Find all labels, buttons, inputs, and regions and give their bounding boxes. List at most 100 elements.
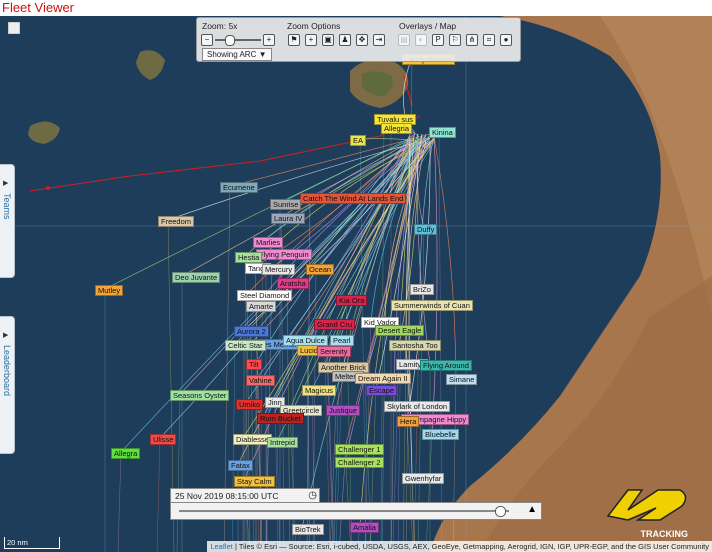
boat-label[interactable]: Allegra (111, 448, 141, 459)
boat-label[interactable]: Marlies (253, 237, 284, 248)
boat-label[interactable]: Magicus (302, 385, 336, 396)
chevron-down-icon: ▼ (258, 50, 267, 59)
leaderboard-tab[interactable]: ▶ Leaderboard (0, 316, 15, 454)
boat-label[interactable]: Mercury (262, 264, 296, 275)
boat-label[interactable]: Aurora 2 (234, 326, 269, 337)
showing-label: Showing ARC (207, 50, 257, 59)
boat-label[interactable]: Celtic Star (225, 340, 266, 351)
fit-fleet-icon[interactable]: ▣ (322, 34, 334, 46)
flag-icon[interactable]: ⚑ (288, 34, 300, 46)
boat-label[interactable]: Fatax (228, 460, 253, 471)
control-panel: Zoom: 5x Zoom Options Overlays / Map − +… (196, 17, 521, 62)
boat-label[interactable]: Dream Again II (355, 373, 411, 384)
layers-icon[interactable]: ▤ (398, 34, 410, 46)
boat-label[interactable]: Stay Calm (234, 476, 275, 487)
zoom-slider-knob[interactable] (224, 35, 235, 46)
timeline-track[interactable] (179, 510, 509, 512)
exit-icon[interactable]: ⇥ (373, 34, 385, 46)
boat-label[interactable]: Vahine (246, 375, 275, 386)
boat-label[interactable]: Serenity (317, 346, 351, 357)
zoom-label: Zoom: 5x (202, 21, 238, 31)
boat-label[interactable]: Gwenhyfar (402, 473, 445, 484)
boat-label[interactable]: Justique (326, 405, 360, 416)
attribution-text: | Tiles © Esri — Source: Esri, i-cubed, … (234, 542, 709, 551)
boat-label[interactable]: Pearl (330, 335, 354, 346)
route-icon[interactable]: ⋔ (466, 34, 478, 46)
scale-bar: 20 nm (4, 537, 60, 549)
zoom-options-label: Zoom Options (287, 21, 341, 31)
boat-label[interactable]: Seasons Oyster (170, 390, 230, 401)
boat-label[interactable]: Challenger 2 (335, 457, 384, 468)
zoom-out-button[interactable]: − (201, 34, 213, 46)
boat-label[interactable]: Skylark of London (384, 401, 451, 412)
tracking-logo: TRACKING (598, 486, 692, 539)
globe-dim-icon[interactable]: ◐ (415, 34, 427, 46)
leaflet-link[interactable]: Leaflet (210, 542, 233, 551)
logo-text: TRACKING (640, 529, 689, 539)
showing-dropdown[interactable]: Showing ARC ▼ (202, 48, 272, 61)
boat-label[interactable]: Flying Penguin (256, 249, 312, 260)
boat-label[interactable]: Umiko (236, 399, 264, 410)
boat-label[interactable]: Escape (366, 385, 398, 396)
map-attribution: Leaflet | Tiles © Esri — Source: Esri, i… (207, 541, 712, 552)
expand-icon[interactable]: ✥ (356, 34, 368, 46)
boat-label[interactable]: Tilt (246, 359, 262, 370)
boat-label[interactable]: EA (350, 135, 367, 146)
chart-icon[interactable]: ⌗ (483, 34, 495, 46)
boat-label[interactable]: Ecumene (220, 182, 258, 193)
boat-label[interactable]: Grand Cru (314, 319, 356, 330)
boat-label[interactable]: Bluebelle (422, 429, 459, 440)
map-background (0, 16, 712, 552)
boat-label[interactable]: BioTrek (292, 524, 324, 535)
pennant-icon[interactable]: ⚐ (449, 34, 461, 46)
boat-label[interactable]: BriZo (410, 284, 434, 295)
teams-tab[interactable]: ▶ Teams (0, 164, 15, 278)
chevron-right-icon: ▶ (3, 332, 9, 339)
boat-label[interactable]: Allegria (381, 123, 413, 134)
boat-label[interactable]: Ulisse (150, 434, 177, 445)
boat-label[interactable]: Ocean (306, 264, 335, 275)
broken-image-icon (8, 22, 20, 34)
window-title: Fleet Viewer (2, 0, 75, 15)
boat-label[interactable]: Rum Bucket (257, 413, 304, 424)
boat-label[interactable]: Santosha Too (389, 340, 441, 351)
yb-logo-icon (606, 489, 687, 521)
boat-label[interactable]: Desert Eagle (375, 325, 425, 336)
leaderboard-tab-label: Leaderboard (2, 345, 12, 397)
boat-label[interactable]: Steel Diamond (237, 290, 293, 301)
boat-label[interactable]: Intrepid (267, 437, 299, 448)
boat-label[interactable]: Simane (446, 374, 478, 385)
timeline-knob[interactable] (495, 506, 507, 517)
boat-label[interactable]: Duffy (414, 224, 438, 235)
chevron-right-icon: ▶ (3, 180, 9, 187)
boat-label[interactable]: Flying Around (420, 360, 472, 371)
zoom-plus-icon[interactable]: + (305, 34, 317, 46)
boat-label[interactable]: Hestia (235, 252, 263, 263)
globe-icon[interactable]: ● (500, 34, 512, 46)
wind-flag-icon[interactable]: P (432, 34, 444, 46)
boat-label[interactable]: Deo Juvante (172, 272, 221, 283)
boat-label[interactable]: Hera (397, 416, 420, 427)
boat-label[interactable]: Laura IV (271, 213, 306, 224)
group-icon[interactable]: ♟ (339, 34, 351, 46)
boat-label[interactable]: Sunrise (270, 199, 302, 210)
boat-label[interactable]: Challenger 1 (335, 444, 384, 455)
clock-icon[interactable]: ◷ (308, 489, 317, 503)
boat-label[interactable]: Mutley (95, 285, 124, 296)
play-icon[interactable]: ▲ (527, 504, 537, 515)
timeline-slider[interactable]: ▲ (170, 502, 542, 520)
zoom-in-button[interactable]: + (263, 34, 275, 46)
boat-label[interactable]: Amalia (350, 522, 379, 533)
overlays-label: Overlays / Map (399, 21, 457, 31)
boat-label[interactable]: Amarte (246, 301, 277, 312)
timeline-datetime-text: 25 Nov 2019 08:15:00 UTC (175, 491, 279, 501)
teams-tab-label: Teams (2, 193, 12, 220)
map-view[interactable]: Laddy BorradiTuvalu susAllegriaKininaEAE… (0, 16, 712, 552)
boat-label[interactable]: Freedom (158, 216, 195, 227)
boat-label[interactable]: Aratsha (277, 278, 309, 289)
boat-label[interactable]: Kia Ora (336, 295, 368, 306)
zoom-slider-track[interactable] (215, 39, 261, 41)
boat-label[interactable]: Catch The Wind At Lands End (300, 193, 407, 204)
boat-label[interactable]: Kinina (429, 127, 456, 138)
boat-label[interactable]: Summerwinds of Cuan (391, 300, 473, 311)
